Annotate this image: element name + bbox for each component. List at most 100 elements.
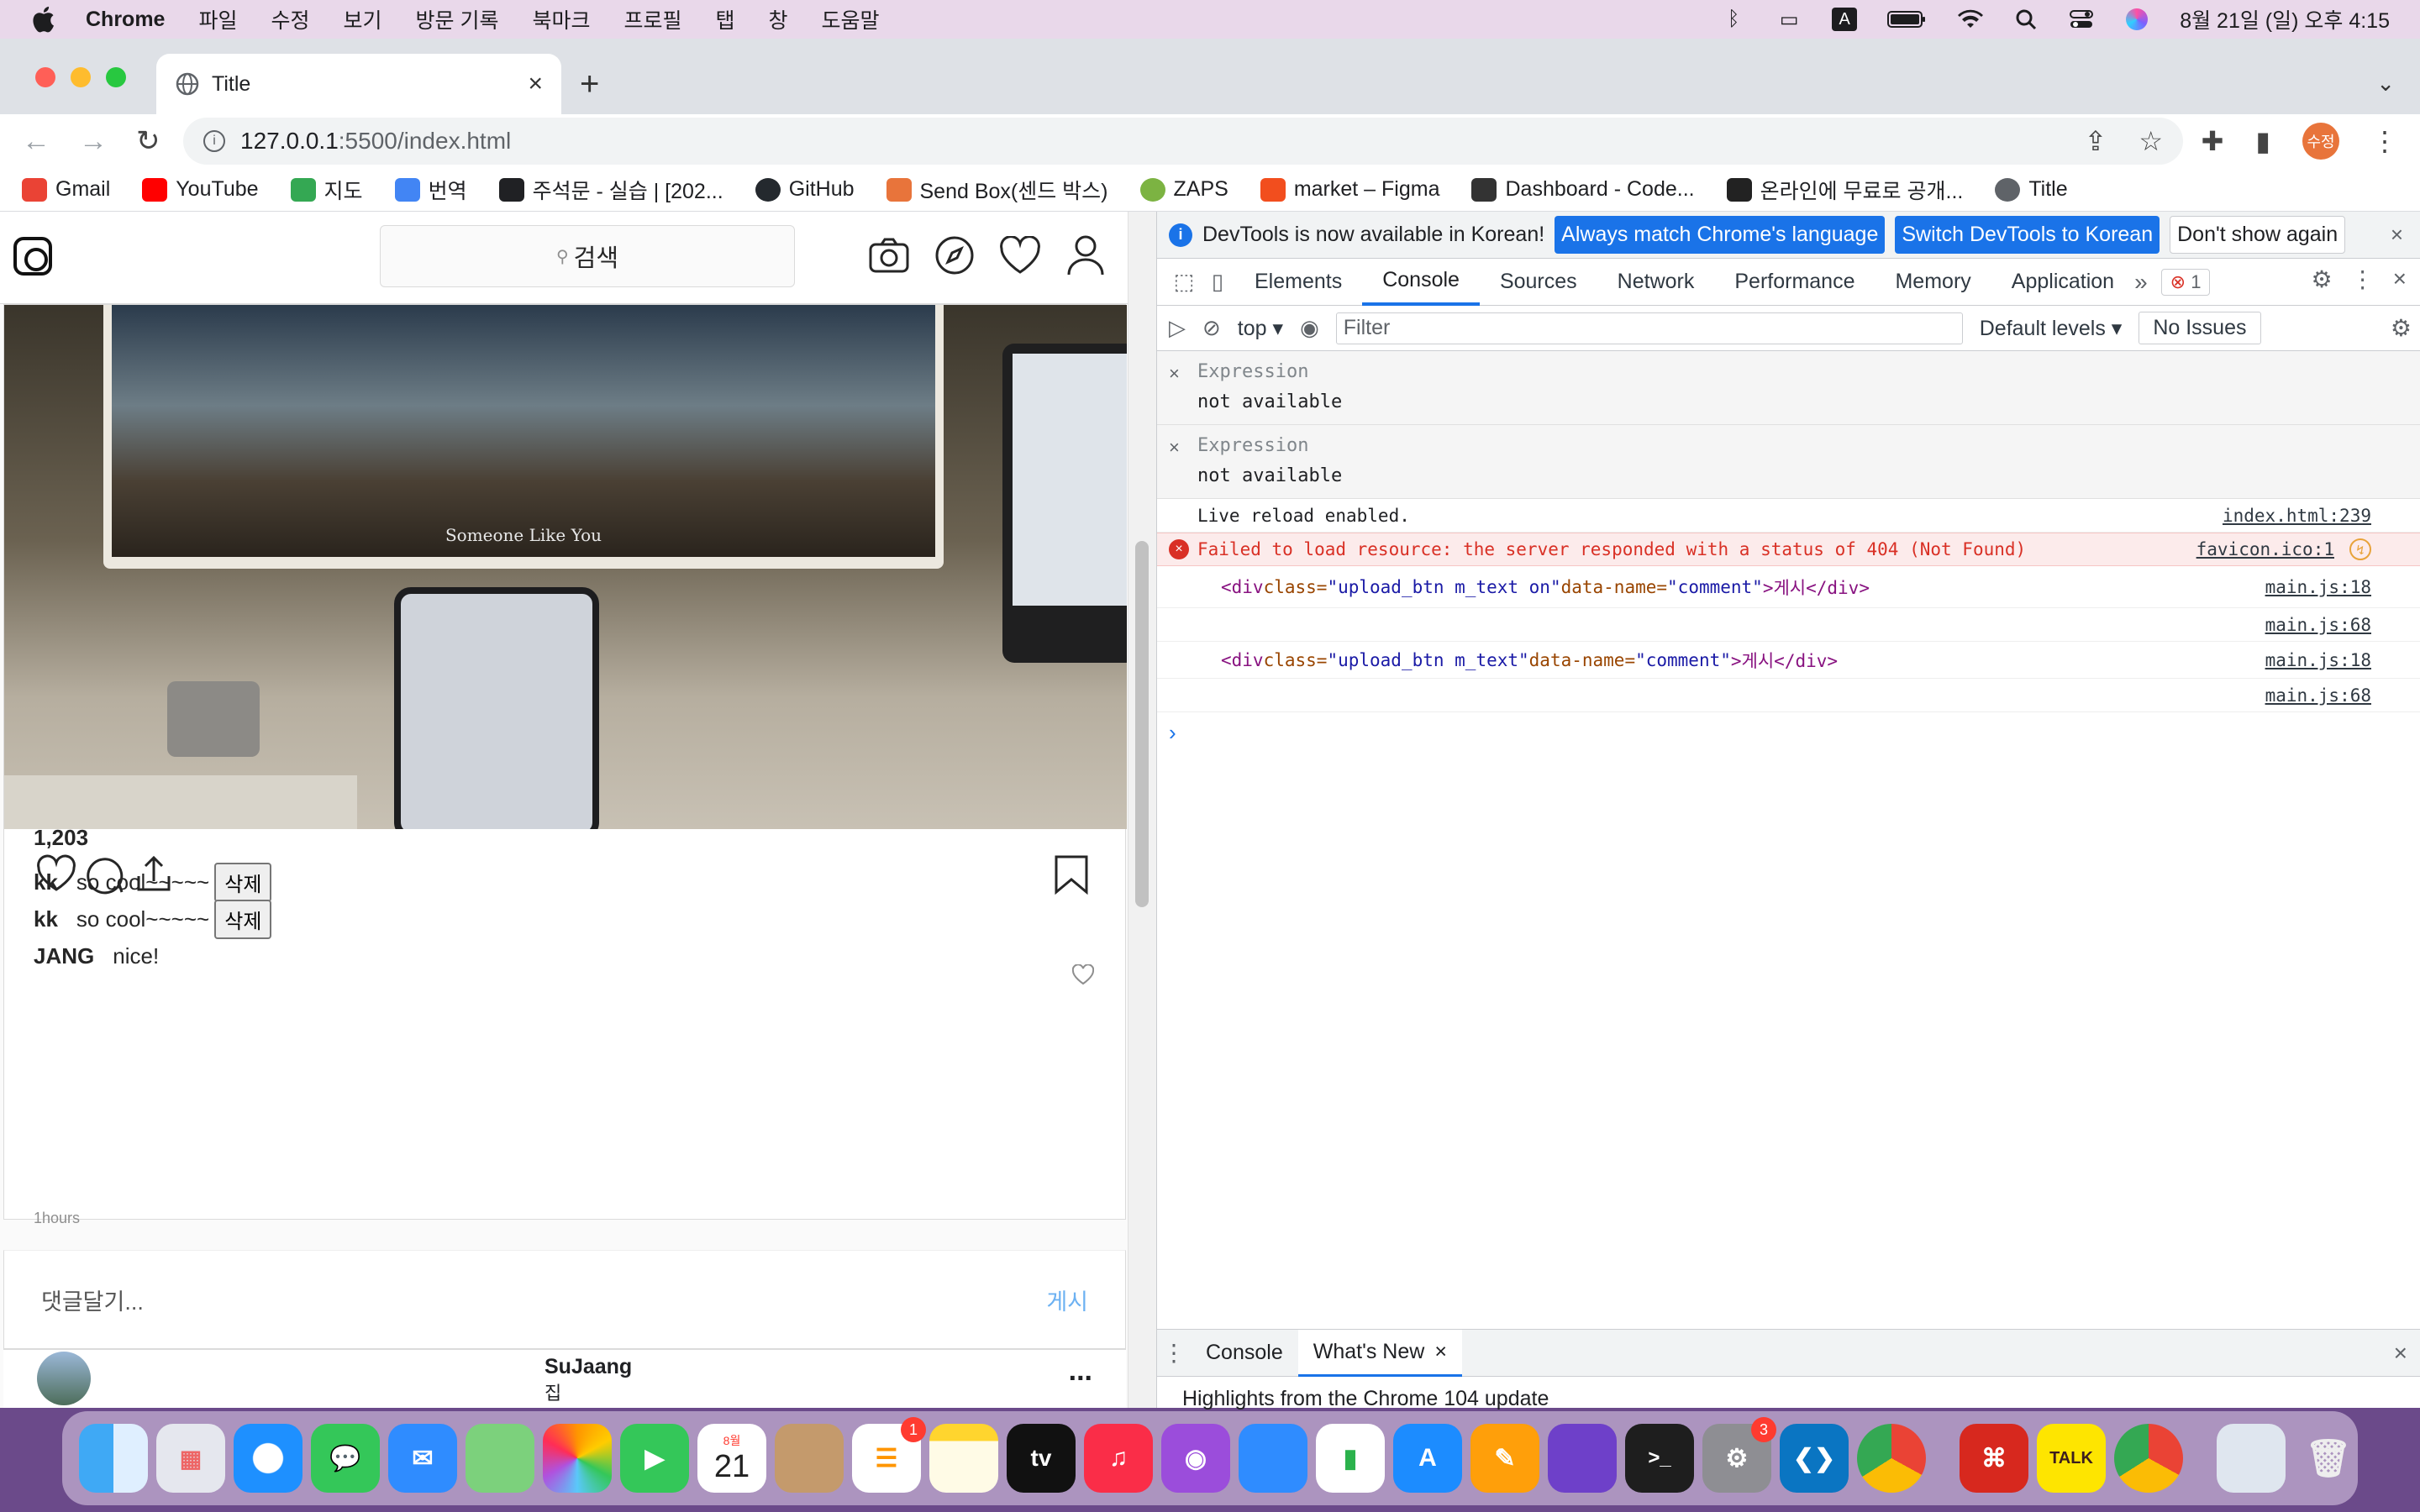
heart-icon[interactable] xyxy=(998,234,1042,277)
minimize-window-button[interactable] xyxy=(71,67,91,87)
photos-icon[interactable] xyxy=(543,1424,612,1493)
apple-tv-icon[interactable]: tv xyxy=(1007,1424,1076,1493)
menu-history[interactable]: 방문 기록 xyxy=(416,4,499,34)
wifi-icon[interactable] xyxy=(1958,8,1984,31)
bookmark-gmail[interactable]: Gmail xyxy=(22,177,110,202)
comment-username[interactable]: kk xyxy=(34,869,58,895)
bookmark-online[interactable]: 온라인에 무료로 공개... xyxy=(1726,175,1963,205)
context-selector[interactable]: top ▾ xyxy=(1238,316,1283,341)
numbers-icon[interactable]: ▮ xyxy=(1316,1424,1385,1493)
explore-compass-icon[interactable] xyxy=(933,234,976,277)
battery-icon[interactable] xyxy=(1887,8,1928,31)
bookmark-youtube[interactable]: YouTube xyxy=(142,177,259,202)
more-options-icon[interactable]: ... xyxy=(1069,1355,1092,1388)
log-source-link[interactable]: favicon.ico:1 xyxy=(2196,539,2334,559)
comment-username[interactable]: JANG xyxy=(34,943,94,969)
page-scrollbar[interactable] xyxy=(1128,212,1156,1408)
pages-icon[interactable]: ✎ xyxy=(1470,1424,1539,1493)
acrobat-icon[interactable]: ⌘ xyxy=(1960,1424,2028,1493)
drawer-tab-whats-new[interactable]: What's New × xyxy=(1297,1329,1462,1377)
tab-sources[interactable]: Sources xyxy=(1480,259,1597,306)
save-bookmark-icon[interactable] xyxy=(1051,854,1092,895)
comment-username[interactable]: kk xyxy=(34,906,58,932)
chrome-canary-icon[interactable] xyxy=(2114,1424,2183,1493)
camera-icon[interactable] xyxy=(867,234,911,277)
log-levels-dropdown[interactable]: Default levels ▾ xyxy=(1980,316,2123,341)
log-source-link[interactable]: main.js:18 xyxy=(2265,650,2371,670)
tab-application[interactable]: Application xyxy=(1991,259,2134,306)
menu-view[interactable]: 보기 xyxy=(344,4,382,34)
remove-expression-icon[interactable]: × xyxy=(1169,363,1180,385)
close-drawer-icon[interactable]: × xyxy=(2394,1340,2407,1367)
browser-tab[interactable]: Title × xyxy=(156,54,561,114)
live-expression-eye-icon[interactable]: ◉ xyxy=(1300,315,1319,341)
menu-file[interactable]: 파일 xyxy=(198,4,237,34)
console-settings-icon[interactable]: ⚙ xyxy=(2391,314,2412,342)
bookmark-sendbox[interactable]: Send Box(센드 박스) xyxy=(886,175,1108,205)
safari-icon[interactable] xyxy=(234,1424,302,1493)
trash-icon[interactable]: 🗑 xyxy=(2294,1424,2363,1493)
console-filter-input[interactable]: Filter xyxy=(1335,312,1963,344)
log-source-link[interactable]: main.js:18 xyxy=(2265,577,2371,597)
podcasts-icon[interactable]: ◉ xyxy=(1161,1424,1230,1493)
next-post-username[interactable]: SuJaang xyxy=(544,1355,632,1379)
console-element-row[interactable]: <div class= "upload_btn m_text on" data-n… xyxy=(1157,566,2420,608)
contacts-icon[interactable] xyxy=(775,1424,844,1493)
switch-korean-button[interactable]: Switch DevTools to Korean xyxy=(1895,216,2160,254)
drawer-menu-icon[interactable]: ⋮ xyxy=(1157,1339,1191,1367)
delete-comment-button[interactable]: 삭제 xyxy=(214,862,272,902)
keynote-icon[interactable] xyxy=(1239,1424,1307,1493)
settings-gear-icon[interactable]: ⚙ xyxy=(2312,265,2333,293)
bookmark-dashboard[interactable]: Dashboard - Code... xyxy=(1471,177,1695,202)
reload-button[interactable]: ↻ xyxy=(136,124,160,158)
menubar-clock[interactable]: 8월 21일 (일) 오후 4:15 xyxy=(2180,4,2390,34)
menu-tab[interactable]: 탭 xyxy=(716,4,735,34)
tab-search-chevron-icon[interactable]: ⌄ xyxy=(2376,71,2395,97)
close-infobar-icon[interactable]: × xyxy=(2391,222,2403,248)
forward-button[interactable]: → xyxy=(79,125,108,158)
post-comment-button[interactable]: 게시 xyxy=(1046,1284,1088,1316)
device-toolbar-icon[interactable]: ▯ xyxy=(1201,265,1234,299)
tab-memory[interactable]: Memory xyxy=(1875,259,1991,306)
sidebar-toggle-icon[interactable]: ▷ xyxy=(1169,315,1186,341)
system-settings-icon[interactable]: ⚙ 3 xyxy=(1702,1417,1776,1493)
tab-elements[interactable]: Elements xyxy=(1234,259,1362,306)
apple-menu-icon[interactable] xyxy=(30,5,55,34)
comment-input[interactable]: 댓글달기... 게시 xyxy=(3,1250,1126,1349)
bookmark-annotation[interactable]: 주석문 - 실습 | [202... xyxy=(498,175,723,205)
extensions-puzzle-icon[interactable]: ✚ xyxy=(2202,125,2224,157)
log-source-link[interactable]: index.html:239 xyxy=(2223,506,2371,526)
notes-icon[interactable] xyxy=(929,1424,998,1493)
bookmark-github[interactable]: GitHub xyxy=(755,177,855,202)
match-language-button[interactable]: Always match Chrome's language xyxy=(1555,216,1886,254)
console-prompt-input[interactable]: › xyxy=(1157,712,2420,753)
issues-button[interactable]: No Issues xyxy=(2139,312,2261,344)
network-request-icon[interactable]: ↯ xyxy=(2349,538,2371,560)
chrome-menu-icon[interactable]: ⋮ xyxy=(2371,125,2398,157)
bookmark-star-icon[interactable]: ☆ xyxy=(2139,125,2163,157)
bookmark-figma[interactable]: market – Figma xyxy=(1260,177,1439,202)
comment-like-heart-icon[interactable] xyxy=(1072,964,1094,986)
close-tab-icon[interactable]: × xyxy=(1434,1340,1447,1364)
devtools-menu-icon[interactable]: ⋮ xyxy=(2351,265,2375,293)
post-photo[interactable]: Someone Like You xyxy=(4,305,1127,829)
tab-console[interactable]: Console xyxy=(1362,259,1480,306)
facetime-icon[interactable]: ▶ xyxy=(620,1424,689,1493)
delete-comment-button[interactable]: 삭제 xyxy=(214,899,272,939)
console-element-row[interactable]: <div class= "upload_btn m_text" data-name… xyxy=(1157,642,2420,679)
tab-network[interactable]: Network xyxy=(1597,259,1715,306)
siri-icon[interactable] xyxy=(2124,8,2149,31)
log-source-link[interactable]: main.js:68 xyxy=(2265,685,2371,706)
reminders-icon[interactable]: ☰ 1 xyxy=(852,1417,926,1493)
profile-icon[interactable] xyxy=(1064,234,1107,277)
bluetooth-icon[interactable]: ᛒ xyxy=(1721,8,1746,31)
launchpad-icon[interactable]: ▦ xyxy=(156,1424,225,1493)
tab-performance[interactable]: Performance xyxy=(1714,259,1875,306)
profile-avatar[interactable]: 수정 xyxy=(2302,123,2339,160)
scrollbar-thumb[interactable] xyxy=(1135,541,1149,907)
close-window-button[interactable] xyxy=(35,67,55,87)
vscode-icon[interactable]: ❮❯ xyxy=(1780,1424,1849,1493)
calendar-icon[interactable]: 8월 21 xyxy=(697,1424,766,1493)
more-tabs-icon[interactable]: » xyxy=(2134,269,2148,296)
menu-help[interactable]: 도움말 xyxy=(822,4,880,34)
